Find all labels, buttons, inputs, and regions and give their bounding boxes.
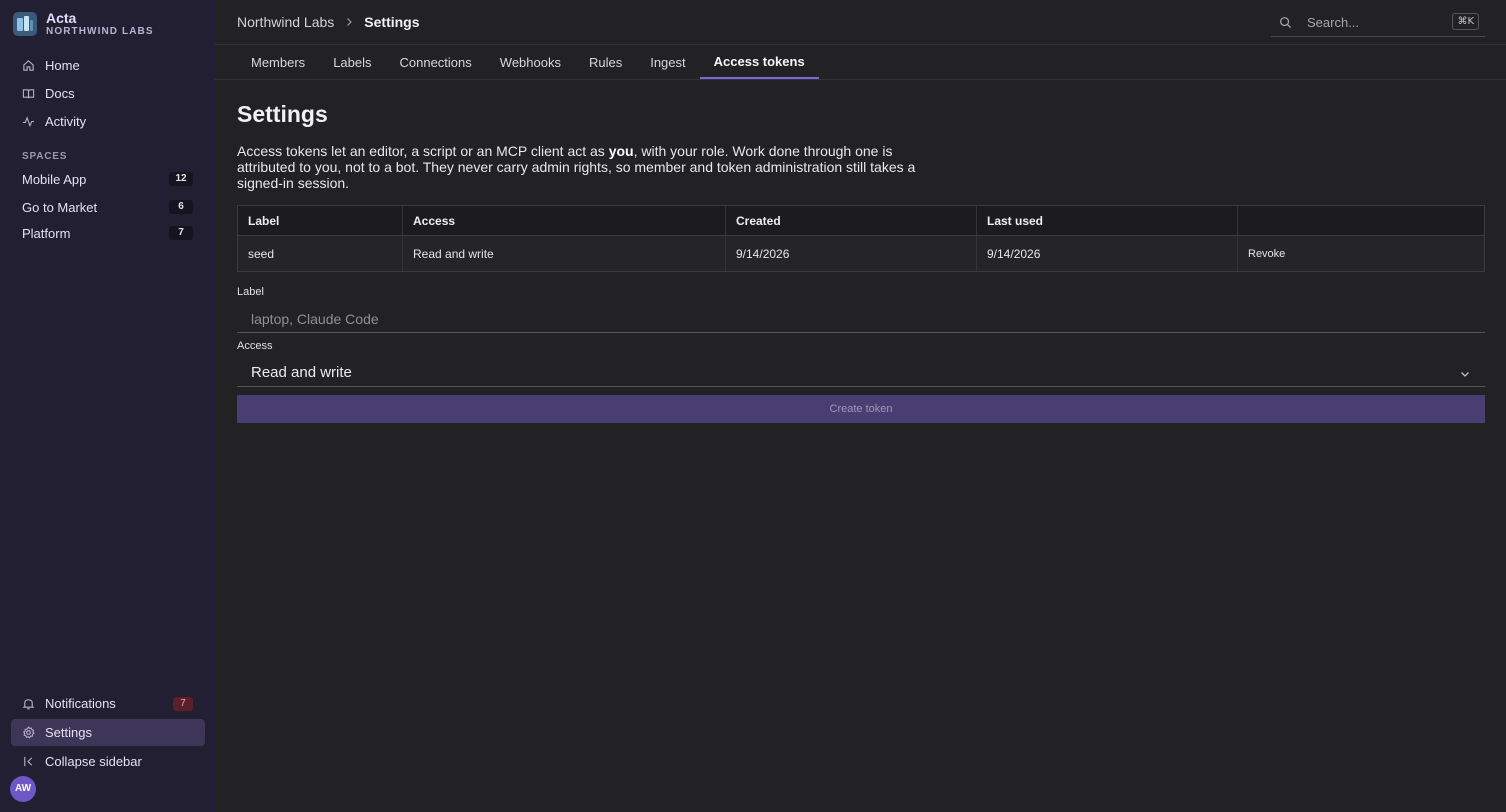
avatar[interactable]: AW <box>10 776 36 802</box>
table-header-row: Label Access Created Last used <box>238 206 1484 236</box>
acta-logo-icon <box>13 12 37 36</box>
table-row: seed Read and write 9/14/2026 9/14/2026 … <box>238 236 1484 271</box>
notifications-count-badge: 7 <box>173 697 193 711</box>
column-header-created: Created <box>726 206 977 235</box>
settings-tabs: Members Labels Connections Webhooks Rule… <box>215 45 1506 80</box>
create-token-button[interactable]: Create token <box>237 395 1485 423</box>
spaces-heading: SPACES <box>22 151 68 162</box>
sidebar-item-label: Home <box>45 58 80 73</box>
token-created-cell: 9/14/2026 <box>726 236 977 271</box>
token-label-input[interactable] <box>251 310 1451 327</box>
space-count-badge: 12 <box>169 172 193 186</box>
access-select[interactable]: Read and write <box>237 359 1485 387</box>
column-header-access: Access <box>403 206 726 235</box>
sidebar-item-label: Activity <box>45 114 87 129</box>
space-label: Platform <box>22 225 71 241</box>
space-item-go-to-market[interactable]: Go to Market 6 <box>11 195 205 219</box>
tab-labels[interactable]: Labels <box>319 45 385 79</box>
brand-name: Acta <box>46 10 77 26</box>
home-icon <box>23 60 34 71</box>
tokens-table: Label Access Created Last used seed Read… <box>237 205 1485 272</box>
column-header-actions <box>1238 206 1484 235</box>
space-item-mobile-app[interactable]: Mobile App 12 <box>11 167 205 191</box>
revoke-token-button[interactable]: Revoke <box>1248 248 1285 260</box>
intro-text: Access tokens let an editor, a script or… <box>237 143 947 191</box>
sidebar-item-label: Collapse sidebar <box>45 754 142 769</box>
token-actions-cell: Revoke <box>1238 236 1484 271</box>
intro-emphasis: you <box>608 143 634 159</box>
breadcrumb-current: Settings <box>364 14 420 30</box>
space-item-platform[interactable]: Platform 7 <box>11 221 205 245</box>
sidebar-item-settings[interactable]: Settings <box>11 719 205 746</box>
token-last-used-cell: 9/14/2026 <box>977 236 1238 271</box>
sidebar-item-activity[interactable]: Activity <box>11 108 205 135</box>
space-label: Go to Market <box>22 199 98 215</box>
sidebar-item-docs[interactable]: Docs <box>11 80 205 107</box>
sidebar: Acta NORTHWIND LABS Home Docs Activity S… <box>0 0 215 812</box>
gear-icon <box>23 726 35 739</box>
sidebar-item-label: Notifications <box>45 696 116 711</box>
chevron-down-icon <box>1461 372 1469 377</box>
search-box[interactable]: ⌘K <box>1271 8 1485 37</box>
sidebar-item-label: Docs <box>45 86 75 101</box>
label-field-label: Label <box>237 286 264 298</box>
column-header-label: Label <box>238 206 403 235</box>
token-label-cell: seed <box>238 236 403 271</box>
topbar: Northwind Labs Settings ⌘K <box>215 0 1506 45</box>
tab-webhooks[interactable]: Webhooks <box>486 45 575 79</box>
tab-rules[interactable]: Rules <box>575 45 636 79</box>
sidebar-item-home[interactable]: Home <box>11 52 205 79</box>
page-title: Settings <box>237 101 328 127</box>
chevron-right-icon <box>347 18 353 26</box>
space-count-badge: 7 <box>169 226 193 240</box>
collapse-sidebar-button[interactable]: Collapse sidebar <box>11 748 205 775</box>
intro-text-part: Access tokens let an editor, a script or… <box>237 143 609 159</box>
search-input[interactable] <box>1307 14 1447 30</box>
token-access-cell: Read and write <box>403 236 726 271</box>
breadcrumb-root-link[interactable]: Northwind Labs <box>237 14 334 30</box>
bell-icon <box>22 699 35 710</box>
space-count-badge: 6 <box>169 200 193 214</box>
brand[interactable]: Acta NORTHWIND LABS <box>13 10 154 38</box>
tab-access-tokens[interactable]: Access tokens <box>699 45 819 79</box>
breadcrumb: Northwind Labs Settings <box>237 14 420 30</box>
space-label: Mobile App <box>22 171 87 187</box>
search-shortcut-hint: ⌘K <box>1452 13 1479 30</box>
tab-connections[interactable]: Connections <box>386 45 486 79</box>
tab-ingest[interactable]: Ingest <box>636 45 699 79</box>
column-header-last-used: Last used <box>977 206 1238 235</box>
sidebar-item-label: Settings <box>45 725 92 740</box>
activity-icon <box>22 116 35 128</box>
collapse-left-icon <box>24 756 33 767</box>
brand-org: NORTHWIND LABS <box>46 26 154 37</box>
sidebar-item-notifications[interactable]: Notifications 7 <box>11 690 205 717</box>
search-icon <box>1280 16 1292 28</box>
book-icon <box>22 89 35 99</box>
tab-members[interactable]: Members <box>237 45 319 79</box>
access-field-label: Access <box>237 340 273 352</box>
label-field <box>237 305 1485 333</box>
access-select-value: Read and write <box>251 364 352 381</box>
